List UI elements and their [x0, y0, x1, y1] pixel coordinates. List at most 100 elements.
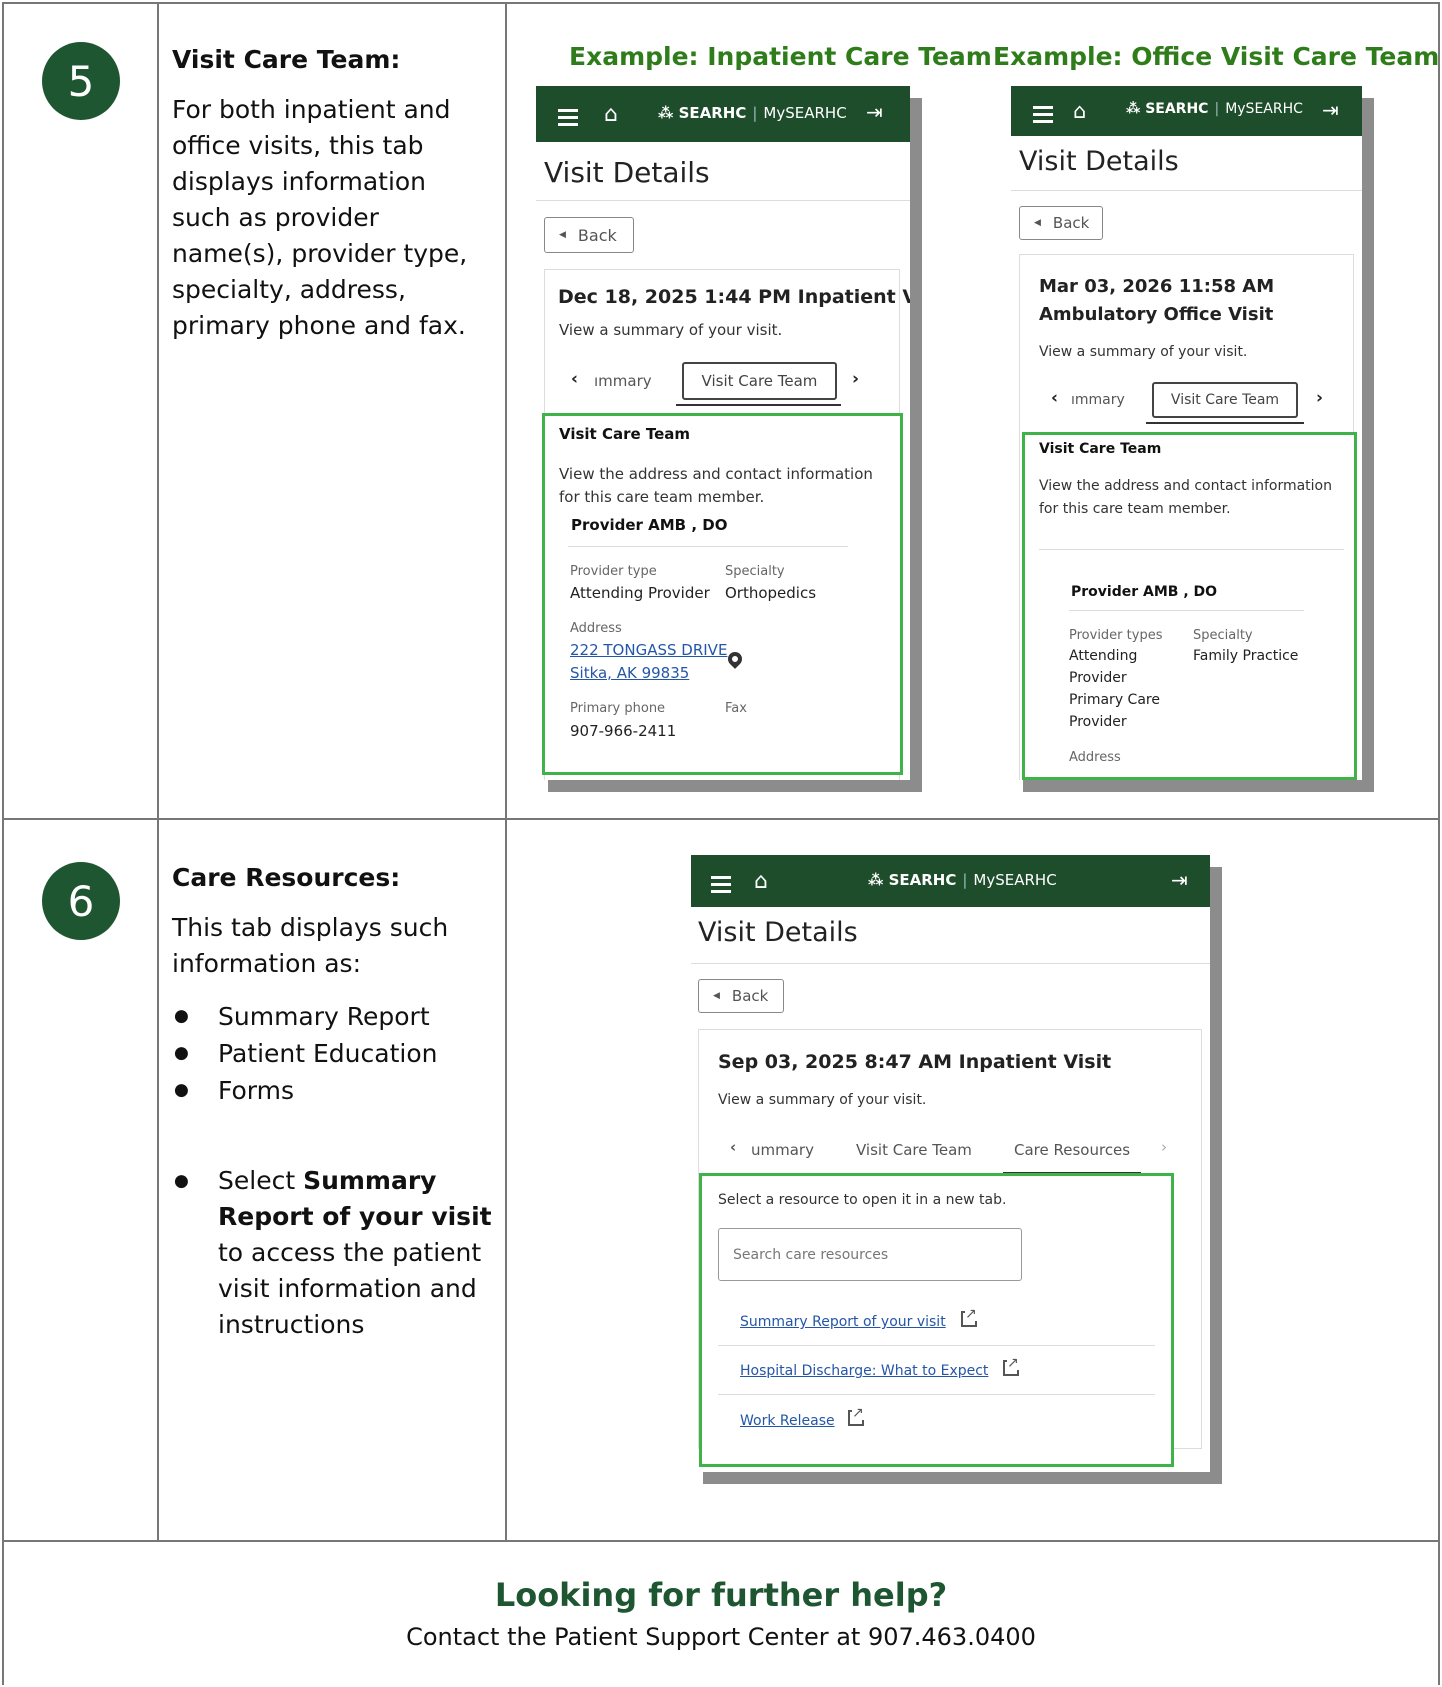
menu-icon[interactable]: [1033, 102, 1053, 127]
provider-name: Provider AMB , DO: [571, 516, 728, 534]
tab-underline: [676, 404, 841, 406]
tab-next-chevron[interactable]: ›: [1316, 388, 1323, 408]
external-link-icon[interactable]: [961, 1307, 977, 1327]
menu-icon[interactable]: [711, 872, 731, 897]
office-care-team-screenshot: ⌂ ⁂ SEARHC | MySEARHC ⇥ Visit Details ◀ Bac…: [1011, 86, 1362, 780]
resource-list: Summary Report Patient Education Forms S…: [172, 998, 492, 1343]
table-row-divider-1: [2, 818, 1440, 820]
list-item: Patient Education: [172, 1035, 492, 1072]
panel-description: Select a resource to open it in a new ta…: [718, 1192, 1007, 1208]
table-border-top: [2, 2, 1440, 4]
specialty-label: Specialty: [1193, 628, 1253, 643]
brand-logo: ⁂ SEARHC | MySEARHC: [658, 104, 847, 122]
divider: [691, 963, 1210, 964]
tab-visit-care-team[interactable]: Visit Care Team: [682, 362, 837, 400]
step-6-heading: Care Resources:: [172, 863, 401, 892]
divider: [536, 200, 910, 201]
step-6-description: Care Resources: This tab displays such i…: [172, 860, 492, 1343]
list-item: Forms: [172, 1072, 492, 1109]
table-border-right: [1438, 2, 1440, 1685]
tab-prev-chevron[interactable]: ‹: [571, 369, 578, 389]
panel-title: Visit Care Team: [559, 425, 691, 443]
divider: [1069, 610, 1304, 611]
tab-visit-care-team[interactable]: Visit Care Team: [856, 1141, 972, 1159]
divider: [568, 546, 848, 547]
visit-heading: Dec 18, 2025 1:44 PM Inpatient Visit: [558, 286, 910, 308]
address-label: Address: [570, 621, 622, 636]
provider-type-item: Provider: [1069, 714, 1127, 730]
visit-heading-line2: Ambulatory Office Visit: [1039, 304, 1274, 325]
panel-description-line2: for this care team member.: [1039, 501, 1231, 517]
visit-subtitle: View a summary of your visit.: [559, 321, 783, 339]
tab-underline: [1146, 422, 1304, 424]
external-link-icon[interactable]: [1003, 1356, 1019, 1376]
back-arrow-icon: ◀: [1034, 218, 1041, 228]
home-icon[interactable]: ⌂: [754, 869, 768, 894]
panel-title: Visit Care Team: [1039, 441, 1162, 457]
tab-summary[interactable]: ımmary: [594, 372, 652, 390]
tab-prev-chevron[interactable]: ‹: [1051, 388, 1058, 408]
provider-type-value: Attending Provider: [570, 584, 710, 602]
provider-type-item: Primary Care: [1069, 692, 1160, 708]
address-label: Address: [1069, 750, 1121, 765]
provider-name: Provider AMB , DO: [1071, 584, 1218, 600]
primary-phone-value: 907-966-2411: [570, 722, 677, 740]
step-5-body: For both inpatient and office visits, th…: [172, 95, 468, 340]
app-header: ⌂ ⁂ SEARHC | MySEARHC ⇥: [1011, 86, 1362, 136]
visit-subtitle: View a summary of your visit.: [718, 1092, 927, 1108]
brand-logo: ⁂ SEARHC | MySEARHC: [868, 871, 1057, 889]
tab-care-resources[interactable]: Care Resources: [1014, 1141, 1130, 1159]
address-link-line2[interactable]: Sitka, AK 99835: [570, 662, 689, 684]
external-link-icon[interactable]: [848, 1406, 864, 1426]
back-button[interactable]: ◀ Back: [544, 217, 634, 253]
home-icon[interactable]: ⌂: [604, 102, 618, 127]
home-icon[interactable]: ⌂: [1073, 99, 1086, 123]
search-care-resources-input[interactable]: Search care resources: [718, 1228, 1022, 1281]
back-arrow-icon: ◀: [559, 230, 566, 240]
divider: [718, 1345, 1155, 1346]
resource-link-hospital-discharge[interactable]: Hospital Discharge: What to Expect: [740, 1360, 988, 1382]
table-border-left: [2, 2, 4, 1685]
app-header: ⌂ ⁂ SEARHC | MySEARHC ⇥: [691, 855, 1210, 907]
brand-logo: ⁂ SEARHC | MySEARHC: [1126, 101, 1303, 117]
specialty-value: Orthopedics: [725, 584, 817, 602]
logout-icon[interactable]: ⇥: [1322, 98, 1339, 122]
panel-description-line1: View the address and contact information: [1039, 478, 1332, 494]
divider: [718, 1394, 1155, 1395]
table-col-divider-2: [505, 2, 507, 1542]
panel-description-line2: for this care team member.: [559, 488, 765, 506]
logout-icon[interactable]: ⇥: [1171, 868, 1188, 892]
tab-visit-care-team[interactable]: Visit Care Team: [1152, 382, 1298, 418]
divider: [1011, 190, 1362, 191]
tab-summary[interactable]: ummary: [751, 1141, 814, 1159]
table-row-divider-2: [2, 1540, 1440, 1542]
step-5-description: Visit Care Team: For both inpatient and …: [172, 42, 492, 344]
page-title: Visit Details: [1019, 146, 1179, 177]
care-resources-screenshot: ⌂ ⁂ SEARHC | MySEARHC ⇥ Visit Details ◀ Bac…: [691, 855, 1210, 1472]
resource-link-summary-report[interactable]: Summary Report of your visit: [740, 1311, 946, 1333]
example-office-title: Example: Office Visit Care Team: [993, 42, 1440, 71]
visit-heading-line1: Mar 03, 2026 11:58 AM: [1039, 276, 1275, 297]
list-item-instruction: Select Summary Report of your visit to a…: [172, 1163, 492, 1343]
visit-subtitle: View a summary of your visit.: [1039, 344, 1248, 360]
table-col-divider-1: [157, 2, 159, 1542]
provider-type-item: Attending: [1069, 648, 1138, 664]
step-6-badge: 6: [42, 862, 120, 940]
tab-prev-chevron[interactable]: ‹: [730, 1138, 736, 1156]
specialty-value: Family Practice: [1193, 648, 1299, 664]
address-link-line1[interactable]: 222 TONGASS DRIVE: [570, 639, 727, 661]
back-button[interactable]: ◀ Back: [698, 979, 784, 1013]
step-5-heading: Visit Care Team:: [172, 45, 401, 74]
provider-type-label: Provider type: [570, 564, 657, 579]
logout-icon[interactable]: ⇥: [866, 100, 883, 124]
tab-next-chevron[interactable]: ›: [1161, 1138, 1167, 1156]
back-button[interactable]: ◀ Back: [1019, 206, 1103, 240]
menu-icon[interactable]: [558, 105, 578, 130]
resource-link-work-release[interactable]: Work Release: [740, 1410, 835, 1432]
example-inpatient-title: Example: Inpatient Care Team: [569, 42, 992, 71]
tab-next-chevron[interactable]: ›: [852, 369, 859, 389]
specialty-label: Specialty: [725, 564, 785, 579]
page-title: Visit Details: [698, 917, 858, 948]
tab-summary[interactable]: ımmary: [1071, 392, 1125, 408]
back-arrow-icon: ◀: [713, 991, 720, 1001]
